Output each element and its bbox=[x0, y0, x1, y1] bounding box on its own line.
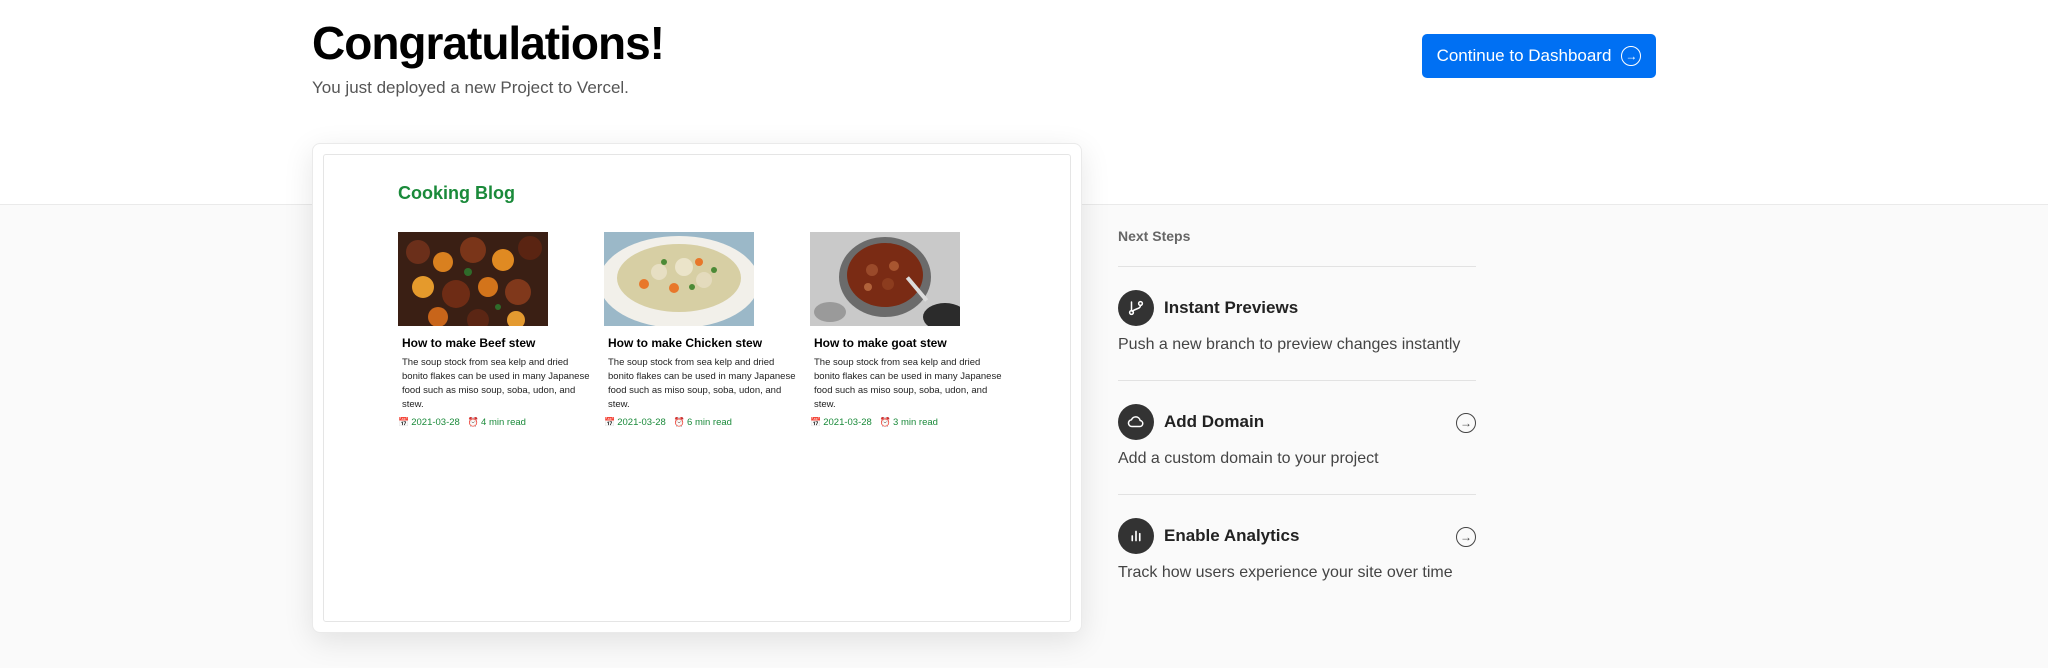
post-description: The soup stock from sea kelp and dried b… bbox=[608, 357, 796, 410]
step-description: Track how users experience your site ove… bbox=[1118, 564, 1453, 581]
blog-title: Cooking Blog bbox=[398, 183, 515, 203]
post-meta: 📅 2021-03-28 ⏰ 3 min read bbox=[810, 417, 1010, 428]
blog-post-card[interactable]: How to make goat stew The soup stock fro… bbox=[810, 232, 1010, 428]
post-read-time: 6 min read bbox=[687, 417, 732, 428]
next-steps-panel: Next Steps Instant Previews Push a new b… bbox=[1118, 228, 1476, 608]
alarm-clock-icon: ⏰ bbox=[879, 417, 892, 427]
post-date: 2021-03-28 bbox=[823, 417, 872, 428]
arrow-right-circle-icon[interactable]: → bbox=[1456, 527, 1476, 547]
calendar-icon: 📅 bbox=[398, 417, 410, 427]
step-description: Add a custom domain to your project bbox=[1118, 450, 1379, 467]
chicken-stew-photo bbox=[604, 232, 754, 326]
beef-stew-photo bbox=[398, 232, 548, 326]
post-title: How to make goat stew bbox=[814, 336, 947, 350]
next-step-instant-previews[interactable]: Instant Previews Push a new branch to pr… bbox=[1118, 267, 1476, 381]
goat-stew-photo bbox=[810, 232, 960, 326]
page-subtitle: You just deployed a new Project to Verce… bbox=[312, 78, 629, 97]
alarm-clock-icon: ⏰ bbox=[467, 417, 480, 427]
blog-post-card[interactable]: How to make Chicken stew The soup stock … bbox=[604, 232, 804, 428]
deployment-preview-card[interactable]: Cooking Blog How to make Beef stew The s… bbox=[312, 143, 1082, 633]
bar-chart-icon bbox=[1118, 518, 1154, 554]
step-title: Enable Analytics bbox=[1164, 526, 1300, 545]
next-steps-label: Next Steps bbox=[1118, 228, 1476, 267]
post-date: 2021-03-28 bbox=[411, 417, 460, 428]
arrow-right-circle-icon[interactable]: → bbox=[1456, 413, 1476, 433]
blog-post-card[interactable]: How to make Beef stew The soup stock fro… bbox=[398, 232, 598, 428]
step-title: Instant Previews bbox=[1164, 298, 1299, 317]
step-description: Push a new branch to preview changes ins… bbox=[1118, 336, 1461, 353]
continue-to-dashboard-button[interactable]: Continue to Dashboard → bbox=[1422, 34, 1656, 78]
arrow-right-circle-icon: → bbox=[1621, 46, 1642, 66]
post-read-time: 3 min read bbox=[893, 417, 938, 428]
alarm-clock-icon: ⏰ bbox=[673, 417, 686, 427]
post-meta: 📅 2021-03-28 ⏰ 6 min read bbox=[604, 417, 804, 428]
preview-screenshot: Cooking Blog How to make Beef stew The s… bbox=[323, 154, 1071, 622]
page-title: Congratulations! bbox=[312, 17, 665, 69]
post-description: The soup stock from sea kelp and dried b… bbox=[814, 357, 1002, 410]
post-title: How to make Beef stew bbox=[402, 336, 536, 350]
next-step-enable-analytics[interactable]: Enable Analytics → Track how users exper… bbox=[1118, 495, 1476, 608]
git-branch-icon bbox=[1118, 290, 1154, 326]
post-read-time: 4 min read bbox=[481, 417, 526, 428]
post-description: The soup stock from sea kelp and dried b… bbox=[402, 357, 590, 410]
continue-to-dashboard-label: Continue to Dashboard bbox=[1436, 46, 1612, 65]
post-meta: 📅 2021-03-28 ⏰ 4 min read bbox=[398, 417, 598, 428]
cloud-icon bbox=[1118, 404, 1154, 440]
step-title: Add Domain bbox=[1164, 412, 1265, 431]
calendar-icon: 📅 bbox=[604, 417, 616, 427]
next-step-add-domain[interactable]: Add Domain → Add a custom domain to your… bbox=[1118, 381, 1476, 495]
post-title: How to make Chicken stew bbox=[608, 336, 763, 350]
calendar-icon: 📅 bbox=[810, 417, 822, 427]
post-date: 2021-03-28 bbox=[617, 417, 666, 428]
